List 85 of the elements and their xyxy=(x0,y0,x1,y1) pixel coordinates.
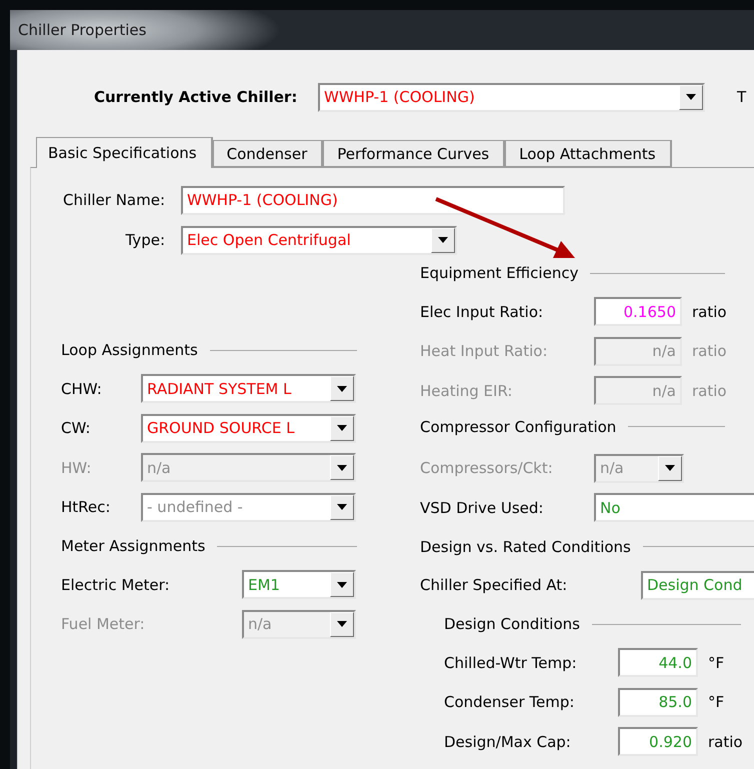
window-title: Chiller Properties xyxy=(18,21,146,39)
dropdown-button[interactable] xyxy=(330,455,354,480)
caret-icon xyxy=(337,621,347,628)
dropdown-button[interactable] xyxy=(330,416,354,441)
dropdown-button[interactable] xyxy=(330,612,354,637)
field-label: Currently Active Chiller: xyxy=(94,88,298,106)
field-label: Design/Max Cap: xyxy=(444,732,572,751)
dropdown-field[interactable]: - undefined - xyxy=(141,492,356,522)
field-value: n/a xyxy=(652,382,676,400)
name-field[interactable]: WWHP-1 (COOLING) xyxy=(181,186,565,214)
dropdown-field[interactable]: RADIANT SYSTEM L xyxy=(141,374,356,404)
field-label: Chiller Specified At: xyxy=(420,576,568,594)
tab[interactable]: Condenser xyxy=(212,140,324,167)
dropdown-button[interactable] xyxy=(658,456,682,481)
field-label: Electric Meter: xyxy=(61,576,171,594)
dropdown-button[interactable] xyxy=(330,494,354,520)
tab[interactable]: Basic Specifications xyxy=(36,137,213,168)
group-heading: Meter Assignments xyxy=(61,537,206,555)
caret-icon xyxy=(337,386,347,392)
field-value: EM1 xyxy=(248,576,281,594)
field-label: Compressors/Ckt: xyxy=(420,459,554,478)
field-label: Type: xyxy=(124,231,166,249)
field-label: VSD Drive Used: xyxy=(420,498,544,517)
field-label: Elec Input Ratio: xyxy=(420,302,544,321)
field-value: RADIANT SYSTEM L xyxy=(147,380,292,398)
caret-icon xyxy=(337,425,347,432)
tab[interactable]: Performance Curves xyxy=(323,140,506,167)
field-value: WWHP-1 (COOLING) xyxy=(187,191,338,209)
dropdown-button[interactable] xyxy=(330,572,354,598)
field-value: WWHP-1 (COOLING) xyxy=(324,88,476,106)
group-heading: Loop Assignments xyxy=(61,341,198,359)
dropdown-button[interactable] xyxy=(330,376,354,402)
number-field[interactable]: 44.0 xyxy=(618,648,698,678)
field-label: Heating EIR: xyxy=(420,382,514,400)
caret-icon xyxy=(438,237,448,243)
group-heading: Equipment Efficiency xyxy=(420,264,578,282)
field-value: n/a xyxy=(600,459,625,478)
field-value: GROUND SOURCE L xyxy=(147,419,296,438)
select-field[interactable]: Design Cond xyxy=(641,570,754,600)
field-value: n/a xyxy=(652,342,676,360)
select-field[interactable]: No xyxy=(594,493,754,522)
type-dropdown[interactable]: Elec Open Centrifugal xyxy=(181,226,457,254)
field-label: Chiller Name: xyxy=(62,191,166,209)
tab[interactable]: Loop Attachments xyxy=(505,140,672,167)
number-field[interactable]: 0.920 xyxy=(618,727,698,756)
unit-label: ratio xyxy=(708,732,743,751)
group-heading: Compressor Configuration xyxy=(420,418,616,436)
caret-icon xyxy=(337,464,347,471)
caret-icon xyxy=(337,582,347,588)
caret-icon xyxy=(337,504,347,510)
field-value: 0.920 xyxy=(649,732,692,751)
field-label: HW: xyxy=(61,458,92,477)
number-field[interactable]: 0.1650 xyxy=(594,297,682,326)
field-label: CHW: xyxy=(61,380,103,398)
dropdown-field[interactable]: GROUND SOURCE L xyxy=(141,414,356,443)
field-value: Design Cond xyxy=(647,576,742,594)
group-heading: Design vs. Rated Conditions xyxy=(420,538,631,556)
field-value: n/a xyxy=(147,458,172,477)
unit-label: ratio xyxy=(692,342,727,360)
field-label: CW: xyxy=(61,419,92,438)
dropdown-button[interactable] xyxy=(679,84,703,110)
field-value: n/a xyxy=(248,615,273,634)
field-value: 44.0 xyxy=(658,654,692,672)
field-label: Heat Input Ratio: xyxy=(420,342,549,360)
dropdown-field[interactable]: EM1 xyxy=(242,570,356,600)
unit-label: ratio xyxy=(692,302,727,321)
unit-label: ratio xyxy=(692,382,727,400)
field-label: T xyxy=(737,88,746,106)
field-label: Fuel Meter: xyxy=(61,615,146,634)
unit-label: °F xyxy=(708,693,724,712)
field-label: Condenser Temp: xyxy=(444,693,576,712)
chiller-dropdown[interactable]: WWHP-1 (COOLING) xyxy=(318,82,705,112)
field-label: HtRec: xyxy=(61,498,112,516)
unit-label: °F xyxy=(708,654,724,672)
caret-icon xyxy=(665,465,675,472)
field-value: No xyxy=(600,498,620,517)
dropdown-button[interactable] xyxy=(431,228,455,252)
field-value: 85.0 xyxy=(658,693,692,712)
caret-icon xyxy=(686,94,696,100)
field-value: Elec Open Centrifugal xyxy=(187,231,352,249)
field-value: 0.1650 xyxy=(624,302,676,321)
group-heading: Design Conditions xyxy=(444,615,580,633)
field-label: Chilled-Wtr Temp: xyxy=(444,654,578,672)
field-value: - undefined - xyxy=(147,498,244,516)
number-field[interactable]: 85.0 xyxy=(618,688,698,717)
